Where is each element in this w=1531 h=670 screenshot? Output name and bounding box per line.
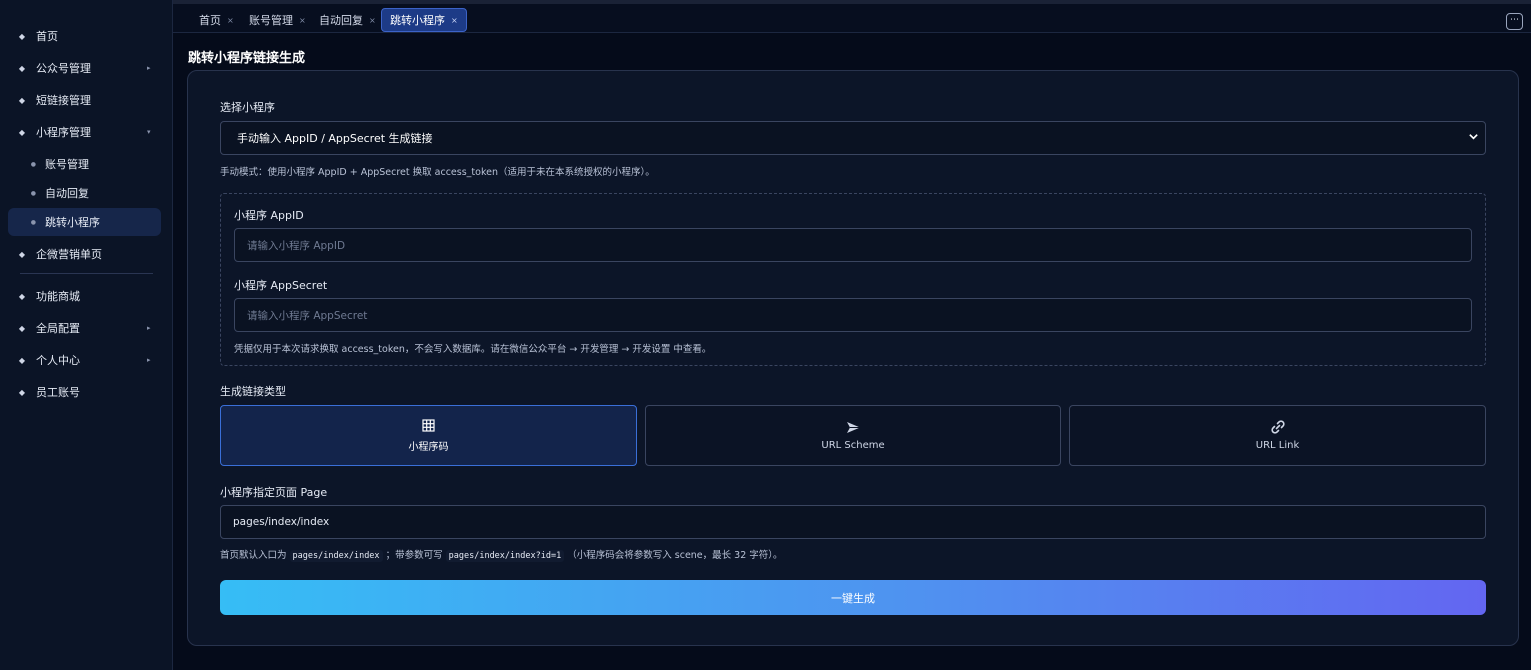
type-option-qrcode[interactable]: 小程序码 [220, 405, 637, 466]
page-path-value: pages/index/index [233, 516, 330, 528]
miniprogram-select[interactable]: 手动输入 AppID / AppSecret 生成链接 [220, 121, 1486, 155]
type-label: 生成链接类型 [220, 385, 286, 398]
sidebar: ◆ 首页 ◆ 公众号管理 ▸ ◆ 短链接管理 ◆ 小程序管理 ▾ ● 账号管理 … [0, 0, 173, 670]
more-icon[interactable]: ⋯ [1506, 13, 1523, 30]
sidebar-item-label: 小程序管理 [36, 126, 91, 139]
sidebar-item-official-accounts[interactable]: ◆ 公众号管理 ▸ [8, 54, 161, 82]
sidebar-item-store[interactable]: ◆ 功能商城 [8, 282, 161, 310]
bullet-icon: ● [30, 189, 36, 197]
sidebar-item-home[interactable]: ◆ 首页 [8, 22, 161, 50]
credential-hint: 凭据仅用于本次请求换取 access_token，不会写入数据库。请在微信公众平… [234, 344, 712, 355]
page-label: 小程序指定页面 Page [220, 486, 328, 499]
sidebar-item-label: 公众号管理 [36, 62, 91, 75]
sidebar-item-profile[interactable]: ◆ 个人中心 ▸ [8, 346, 161, 374]
chevron-down-icon [1468, 131, 1479, 145]
appsecret-placeholder: 请输入小程序 AppSecret [247, 309, 368, 322]
secret-label: 小程序 AppSecret [234, 279, 328, 292]
sidebar-item-wecom-landing[interactable]: ◆ 企微营销单页 [8, 240, 161, 268]
sidebar-item-miniprogram[interactable]: ◆ 小程序管理 ▾ [8, 118, 161, 146]
select-label: 选择小程序 [220, 101, 275, 114]
send-icon [846, 420, 861, 434]
tab-label: 首页 [199, 14, 221, 27]
page-hint: 首页默认入口为 pages/index/index ；带参数可写 pages/i… [220, 547, 783, 562]
sidebar-subitem-auto-reply[interactable]: ● 自动回复 [8, 179, 161, 207]
sidebar-subitem-accounts[interactable]: ● 账号管理 [8, 150, 161, 178]
type-option-url-scheme[interactable]: URL Scheme [645, 405, 1061, 466]
appsecret-input[interactable]: 请输入小程序 AppSecret [234, 298, 1472, 332]
appid-input[interactable]: 请输入小程序 AppID [234, 228, 1472, 262]
close-icon[interactable]: × [369, 16, 376, 25]
sidebar-item-label: 功能商城 [36, 290, 80, 303]
chevron-right-icon: ▸ [147, 356, 151, 364]
type-option-label: URL Link [1255, 440, 1300, 451]
sidebar-item-label: 跳转小程序 [45, 216, 100, 229]
mode-hint: 手动模式：使用小程序 AppID + AppSecret 换取 access_t… [220, 167, 655, 178]
page-path-input[interactable]: pages/index/index [220, 505, 1486, 539]
chevron-right-icon: ▸ [147, 324, 151, 332]
tab-jump-miniprogram[interactable]: 跳转小程序 × [381, 8, 467, 32]
page-hint-text: ；带参数可写 [385, 550, 443, 561]
select-value: 手动输入 AppID / AppSecret 生成链接 [237, 132, 433, 145]
close-icon[interactable]: × [299, 16, 306, 25]
sidebar-item-short-links[interactable]: ◆ 短链接管理 [8, 86, 161, 114]
diamond-icon: ◆ [18, 249, 26, 259]
appid-placeholder: 请输入小程序 AppID [247, 239, 346, 252]
grid-icon [422, 418, 435, 432]
tab-accounts[interactable]: 账号管理 × [241, 8, 314, 32]
diamond-icon: ◆ [18, 291, 26, 301]
sidebar-item-label: 个人中心 [36, 354, 80, 367]
diamond-icon: ◆ [18, 387, 26, 397]
page-hint-code: pages/index/index?id=1 [445, 550, 565, 562]
tab-label: 账号管理 [249, 14, 293, 27]
diamond-icon: ◆ [18, 31, 26, 41]
diamond-icon: ◆ [18, 95, 26, 105]
diamond-icon: ◆ [18, 323, 26, 333]
sidebar-item-label: 全局配置 [36, 322, 80, 335]
sidebar-item-global-config[interactable]: ◆ 全局配置 ▸ [8, 314, 161, 342]
close-icon[interactable]: × [227, 16, 234, 25]
appid-label: 小程序 AppID [234, 209, 304, 222]
chevron-down-icon: ▾ [147, 128, 151, 136]
diamond-icon: ◆ [18, 63, 26, 73]
sidebar-item-label: 首页 [36, 30, 58, 43]
tab-label: 自动回复 [319, 14, 363, 27]
diamond-icon: ◆ [18, 127, 26, 137]
page-hint-text: （小程序码会将参数写入 scene，最长 32 字符）。 [567, 550, 783, 561]
sidebar-item-label: 账号管理 [45, 158, 89, 171]
tab-auto-reply[interactable]: 自动回复 × [311, 8, 384, 32]
chevron-right-icon: ▸ [147, 64, 151, 72]
bullet-icon: ● [30, 218, 36, 226]
tab-home[interactable]: 首页 × [191, 8, 242, 32]
link-icon [1270, 420, 1286, 434]
page-title: 跳转小程序链接生成 [188, 51, 306, 66]
diamond-icon: ◆ [18, 355, 26, 365]
sidebar-item-staff[interactable]: ◆ 员工账号 [8, 378, 161, 406]
sidebar-item-label: 短链接管理 [36, 94, 91, 107]
sidebar-divider [20, 273, 153, 274]
type-option-url-link[interactable]: URL Link [1069, 405, 1486, 466]
tab-label: 跳转小程序 [390, 14, 445, 27]
close-icon[interactable]: × [451, 16, 458, 25]
page-hint-code: pages/index/index [289, 550, 383, 562]
tab-bar: 首页 × 账号管理 × 自动回复 × 跳转小程序 × ⋯ [173, 0, 1531, 33]
sidebar-subitem-jump-miniprogram[interactable]: ● 跳转小程序 [8, 208, 161, 236]
bullet-icon: ● [30, 160, 36, 168]
sidebar-item-label: 企微营销单页 [36, 248, 102, 261]
sidebar-item-label: 自动回复 [45, 187, 89, 200]
sidebar-item-label: 员工账号 [36, 386, 80, 399]
generate-button[interactable]: 一键生成 [220, 580, 1486, 615]
type-option-label: 小程序码 [408, 442, 449, 453]
type-option-label: URL Scheme [821, 440, 885, 451]
page-hint-text: 首页默认入口为 [220, 550, 287, 561]
